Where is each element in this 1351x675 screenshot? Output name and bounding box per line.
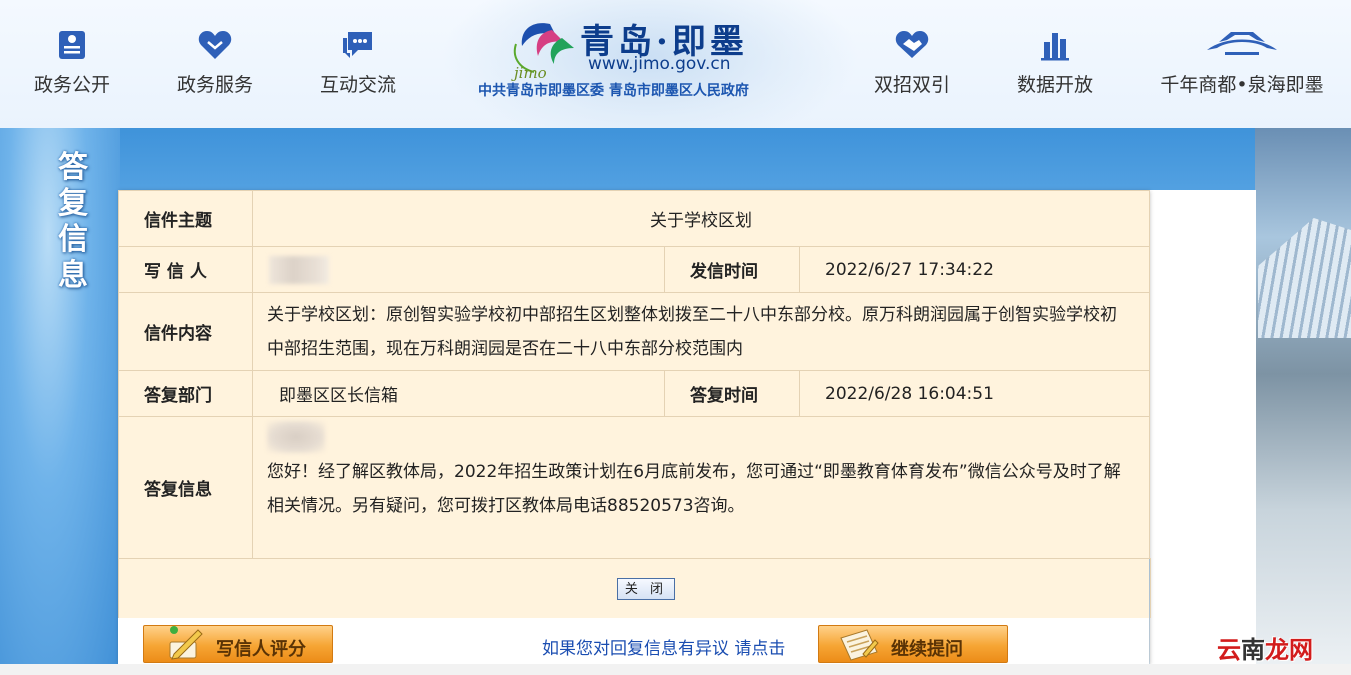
table-row: 答复信息 您好！经了解区教体局，2022年招生政策计划在6月底前发布，您可通过“… <box>118 416 1151 559</box>
reply-label: 答复信息 <box>118 416 253 559</box>
nav-label: 数据开放 <box>1016 74 1093 96</box>
watermark-part: 龙网 <box>1265 636 1313 664</box>
side-title: 答复信息 <box>58 150 88 293</box>
rate-writer-label: 写信人评分 <box>216 639 306 660</box>
site-header: 政务公开 政务服务 互动交流 jimo 青岛·即墨 www.jimo.gov.c… <box>0 0 1351 128</box>
nav-item-investment[interactable]: 双招双引 <box>852 28 972 97</box>
nav-label: 政务公开 <box>33 74 110 96</box>
nav-item-interaction[interactable]: 互动交流 <box>298 28 418 97</box>
nav-label: 互动交流 <box>319 74 396 96</box>
subject-value: 关于学校区划 <box>251 190 1151 247</box>
watermark-part: 南 <box>1241 636 1265 664</box>
writer-label: 写 信 人 <box>118 246 253 293</box>
heart-icon <box>198 31 232 59</box>
continue-ask-label: 继续提问 <box>891 639 963 660</box>
document-icon <box>59 31 85 59</box>
sent-time-value: 2022/6/27 17:34:22 <box>798 246 1151 293</box>
reply-body: 您好！经了解区教体局，2022年招生政策计划在6月底前发布，您可通过“即墨教育体… <box>253 417 1149 523</box>
dept-value: 即墨区区长信箱 <box>252 370 665 417</box>
blurred-avatar <box>267 421 325 453</box>
table-row: 写 信 人 发信时间 2022/6/27 17:34:22 <box>118 246 1151 293</box>
table-row: 信件内容 关于学校区划：原创智实验学校初中部招生区划整体划拨至二十八中东部分校。… <box>118 292 1151 371</box>
nav-label: 政务服务 <box>176 74 253 96</box>
reply-card: 信件主题 关于学校区划 写 信 人 发信时间 2022/6/27 17:34:2… <box>118 190 1151 664</box>
table-row: 信件主题 关于学校区划 <box>118 190 1151 247</box>
subject-label: 信件主题 <box>118 190 253 247</box>
dept-label: 答复部门 <box>118 370 253 417</box>
close-button[interactable]: 关 闭 <box>617 578 675 600</box>
pencil-icon <box>169 626 203 660</box>
pavilion-icon <box>1207 32 1277 55</box>
site-logo[interactable]: jimo 青岛·即墨 www.jimo.gov.cn 中共青岛市即墨区委 青岛市… <box>470 14 800 104</box>
nav-item-city-culture[interactable]: 千年商都•泉海即墨 <box>1152 28 1332 97</box>
bar-chart-icon <box>1041 33 1069 61</box>
continue-ask-button[interactable]: 继续提问 <box>818 625 1008 663</box>
dispute-link[interactable]: 如果您对回复信息有异议 请点击 <box>542 634 785 659</box>
nav-item-open-data[interactable]: 数据开放 <box>995 28 1115 97</box>
nav-item-gov-affairs[interactable]: 政务公开 <box>12 28 132 97</box>
watermark: 云南龙网 <box>1217 630 1313 665</box>
reply-cell: 您好！经了解区教体局，2022年招生政策计划在6月底前发布，您可通过“即墨教育体… <box>251 416 1151 559</box>
content-value: 关于学校区划：原创智实验学校初中部招生区划整体划拨至二十八中东部分校。原万科朗润… <box>251 292 1151 371</box>
nav-label: 双招双引 <box>873 74 950 96</box>
reply-time-value: 2022/6/28 16:04:51 <box>798 370 1151 417</box>
jimo-logo-mark: jimo <box>511 23 574 82</box>
letter-table: 信件主题 关于学校区划 写 信 人 发信时间 2022/6/27 17:34:2… <box>118 190 1151 559</box>
action-bar: 写信人评分 如果您对回复信息有异议 请点击 继续提问 <box>118 618 1149 664</box>
nav-item-gov-service[interactable]: 政务服务 <box>155 28 275 97</box>
watermark-part: 云 <box>1217 636 1241 664</box>
sent-time-label: 发信时间 <box>664 246 800 293</box>
bottom-strip <box>0 664 1351 675</box>
site-url: www.jimo.gov.cn <box>588 54 731 74</box>
chat-icon <box>343 32 372 58</box>
right-decoration-photo <box>1255 128 1351 675</box>
rate-writer-button[interactable]: 写信人评分 <box>143 625 333 663</box>
table-row: 答复部门 即墨区区长信箱 答复时间 2022/6/28 16:04:51 <box>118 370 1151 417</box>
close-row: 关 闭 <box>118 558 1151 618</box>
reply-time-label: 答复时间 <box>664 370 800 417</box>
right-white-panel <box>1150 190 1256 675</box>
notebook-icon <box>840 629 879 661</box>
reply-value: 您好！经了解区教体局，2022年招生政策计划在6月底前发布，您可通过“即墨教育体… <box>267 462 1121 516</box>
nav-label: 千年商都•泉海即墨 <box>1160 74 1324 96</box>
content-label: 信件内容 <box>118 292 253 371</box>
handshake-icon <box>895 31 929 58</box>
blurred-writer-name <box>269 255 329 284</box>
writer-value <box>252 246 665 293</box>
site-subtitle: 中共青岛市即墨区委 青岛市即墨区人民政府 <box>478 83 749 99</box>
